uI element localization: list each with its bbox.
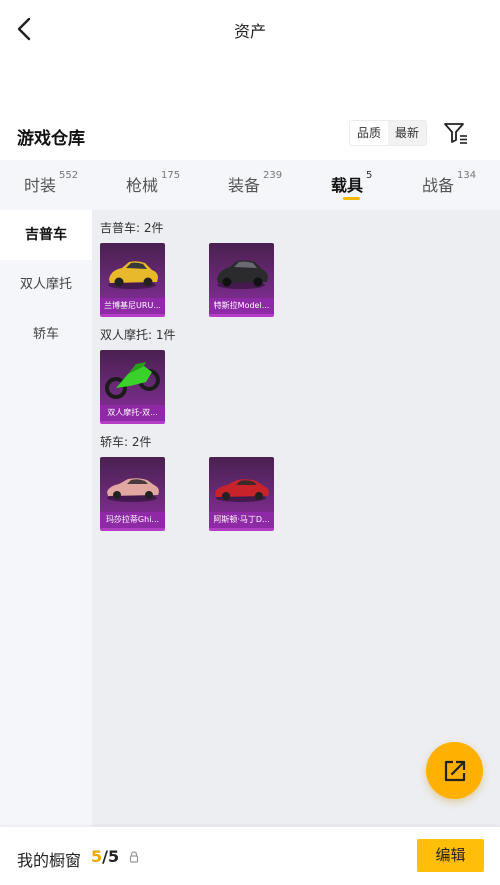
item-name: 双人摩托-双... — [100, 405, 165, 421]
subcategory-sidebar: 吉普车 双人摩托 轿车 — [0, 210, 92, 827]
item-card[interactable]: 特斯拉Model... — [209, 243, 274, 317]
sort-quality-option[interactable]: 品质 — [350, 121, 389, 145]
tab-fashion[interactable]: 时装552 — [24, 170, 79, 196]
showcase-current-count: 5 — [91, 847, 103, 866]
showcase-label: 我的橱窗 — [17, 851, 82, 870]
sort-newest-option[interactable]: 最新 — [388, 121, 426, 145]
pink-sedan-car-icon — [107, 478, 159, 502]
group-label-two-seat-motorcycle: 双人摩托: 1件 — [100, 328, 176, 342]
tab-count: 5 — [366, 170, 373, 181]
tab-count: 134 — [457, 170, 477, 181]
warehouse-title: 游戏仓库 — [17, 129, 85, 149]
tab-equipment[interactable]: 装备239 — [228, 170, 283, 196]
tab-gear[interactable]: 战备134 — [422, 170, 477, 196]
item-card[interactable]: 阿斯顿·马丁D... — [209, 457, 274, 531]
sidebar-item-jeep[interactable]: 吉普车 — [0, 210, 92, 260]
item-card[interactable]: 双人摩托-双... — [100, 350, 165, 424]
category-tabs: 时装552 枪械175 装备239 载具5 战备134 — [0, 160, 500, 210]
tab-label: 枪械 — [126, 176, 159, 195]
sort-toggle: 品质 最新 — [349, 120, 428, 146]
showcase-total-count: /5 — [102, 847, 120, 866]
tab-vehicles[interactable]: 载具5 — [331, 170, 373, 196]
top-bar: 资产 — [0, 0, 500, 58]
black-suv-car-icon — [217, 260, 268, 289]
filter-button[interactable] — [443, 121, 469, 145]
item-card[interactable]: 兰博基尼URU... — [100, 243, 165, 317]
yellow-suv-car-icon — [108, 261, 158, 289]
tab-count: 552 — [59, 170, 79, 181]
edit-button[interactable]: 编辑 — [417, 839, 484, 872]
tab-label: 战备 — [422, 176, 455, 195]
item-card[interactable]: 玛莎拉蒂Ghi... — [100, 457, 165, 531]
lock-icon — [129, 851, 139, 863]
tab-label: 时装 — [24, 176, 57, 195]
sidebar-item-two-seat-motorcycle[interactable]: 双人摩托 — [0, 260, 92, 310]
tab-firearms[interactable]: 枪械175 — [126, 170, 181, 196]
page-title: 资产 — [233, 22, 266, 41]
active-tab-indicator — [343, 197, 360, 200]
group-label-jeep: 吉普车: 2件 — [100, 221, 164, 235]
red-sports-car-icon — [215, 479, 269, 502]
item-name: 特斯拉Model... — [209, 298, 274, 314]
item-name: 兰博基尼URU... — [100, 298, 165, 314]
group-label-sedan: 轿车: 2件 — [100, 435, 152, 449]
sidebar-item-sedan[interactable]: 轿车 — [0, 310, 92, 360]
tab-label: 装备 — [228, 176, 261, 195]
tab-count: 175 — [161, 170, 181, 181]
share-button[interactable] — [426, 742, 483, 799]
vehicle-list: 吉普车: 2件 兰博基尼URU... 特斯拉Model... 双人摩托: 1件 … — [92, 210, 500, 827]
item-name: 阿斯顿·马丁D... — [209, 512, 274, 528]
warehouse-header: 游戏仓库 品质 最新 — [0, 118, 500, 154]
item-name: 玛莎拉蒂Ghi... — [100, 512, 165, 528]
filter-icon — [444, 123, 467, 144]
showcase-count: 5/5 — [91, 847, 119, 866]
showcase-bar: 我的橱窗 5/5 编辑 — [0, 827, 500, 885]
tab-count: 239 — [263, 170, 283, 181]
green-motorcycle-icon — [105, 362, 160, 399]
external-link-icon — [444, 760, 465, 781]
tab-label: 载具 — [331, 176, 364, 195]
